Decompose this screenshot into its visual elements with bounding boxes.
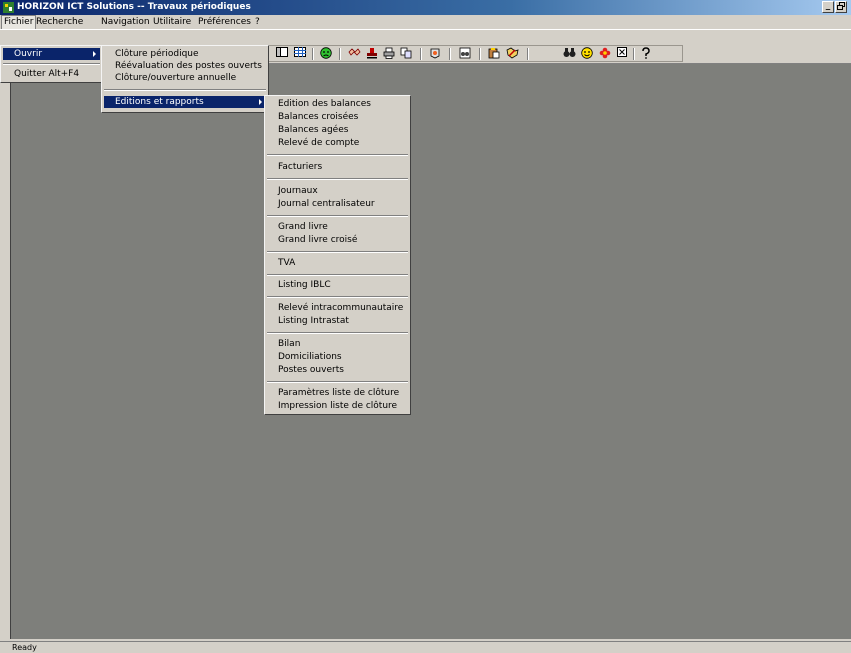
menu-help[interactable]: ?: [253, 16, 262, 29]
menu-separator: [3, 63, 100, 65]
menu-item-quitter[interactable]: Quitter Alt+F4: [3, 68, 100, 80]
menu-navigation[interactable]: Navigation: [99, 16, 152, 29]
menu-item-releve-compte[interactable]: Relevé de compte: [267, 137, 408, 149]
menu-item-label: Editions et rapports: [115, 97, 204, 107]
menu-separator: [267, 215, 408, 217]
toolbar-separator: [312, 48, 314, 60]
menu-item-facturiers[interactable]: Facturiers: [267, 161, 408, 173]
editions-submenu: Edition des balances Balances croisées B…: [264, 95, 411, 415]
toolbar-separator: [527, 48, 529, 60]
paste-icon[interactable]: [487, 47, 501, 61]
menu-recherche[interactable]: Recherche: [34, 16, 85, 29]
menu-fichier[interactable]: Fichier: [1, 15, 37, 29]
palette-icon[interactable]: [428, 47, 442, 61]
menu-item-postes-ouverts[interactable]: Postes ouverts: [267, 364, 408, 376]
menu-item-domiciliations[interactable]: Domiciliations: [267, 351, 408, 363]
menu-item-balances-agees[interactable]: Balances agées: [267, 124, 408, 136]
menu-separator: [267, 381, 408, 383]
toolbar-separator: [449, 48, 451, 60]
menu-item-tva[interactable]: TVA: [267, 257, 408, 269]
menu-item-journal-centralisateur[interactable]: Journal centralisateur: [267, 198, 408, 210]
menu-item-balances-croisees[interactable]: Balances croisées: [267, 111, 408, 123]
toolbar-separator: [633, 48, 635, 60]
window-icon[interactable]: [275, 47, 289, 61]
grid-icon[interactable]: [293, 47, 307, 61]
toolbar-separator: [420, 48, 422, 60]
app-icon: [3, 2, 14, 13]
restore-icon: [837, 2, 845, 10]
toolbar-separator: [479, 48, 481, 60]
help-icon[interactable]: [639, 47, 653, 61]
menu-separator: [267, 332, 408, 334]
copy-icon[interactable]: [399, 47, 413, 61]
submenu-arrow-icon: [259, 99, 262, 105]
printer-icon[interactable]: [382, 47, 396, 61]
menu-item-journaux[interactable]: Journaux: [267, 185, 408, 197]
title-bar: HORIZON ICT Solutions -- Travaux périodi…: [0, 0, 851, 15]
menu-item-edition-balances[interactable]: Edition des balances: [267, 98, 408, 110]
menu-item-bilan[interactable]: Bilan: [267, 338, 408, 350]
file-menu: Ouvrir Quitter Alt+F4: [0, 45, 103, 83]
minimize-button[interactable]: _: [822, 1, 834, 13]
stamp-icon[interactable]: [365, 47, 379, 61]
menu-preferences[interactable]: Préférences: [196, 16, 253, 29]
menu-separator: [267, 274, 408, 276]
binoculars-doc-icon[interactable]: [458, 47, 472, 61]
menu-separator: [267, 251, 408, 253]
menu-separator: [267, 178, 408, 180]
tools-icon[interactable]: [505, 47, 519, 61]
menu-item-parametres-cloture[interactable]: Paramètres liste de clôture: [267, 387, 408, 399]
close-box-icon[interactable]: [615, 47, 629, 61]
menu-item-grand-livre[interactable]: Grand livre: [267, 221, 408, 233]
submenu-arrow-icon: [93, 51, 96, 57]
menu-item-listing-intrastat[interactable]: Listing Intrastat: [267, 315, 408, 327]
menu-item-label: Ouvrir: [14, 49, 43, 59]
menu-separator: [267, 154, 408, 156]
toolbar-separator: [339, 48, 341, 60]
menu-separator: [104, 89, 266, 91]
smiley-icon[interactable]: [580, 47, 594, 61]
workspace: [10, 64, 851, 639]
menu-item-reevaluation[interactable]: Réévaluation des postes ouverts: [104, 60, 266, 72]
menu-item-releve-intracom[interactable]: Relevé intracommunautaire: [267, 302, 408, 314]
menu-item-ouvrir[interactable]: Ouvrir: [3, 48, 100, 60]
restore-button[interactable]: [835, 1, 847, 13]
menu-item-editions-rapports[interactable]: Editions et rapports: [104, 96, 266, 108]
green-face-icon[interactable]: [319, 47, 333, 61]
ouvrir-submenu: Clôture périodique Réévaluation des post…: [101, 45, 269, 113]
binoculars-icon[interactable]: [562, 47, 576, 61]
toolbar-strip: [268, 45, 683, 62]
menu-separator: [267, 296, 408, 298]
menu-bar: Fichier Recherche Navigation Utilitaire …: [0, 15, 851, 29]
flower-icon[interactable]: [598, 47, 612, 61]
status-text: Ready: [12, 643, 37, 652]
window-title: HORIZON ICT Solutions -- Travaux périodi…: [17, 2, 251, 12]
menu-item-listing-iblc[interactable]: Listing IBLC: [267, 279, 408, 291]
menu-item-impression-cloture[interactable]: Impression liste de clôture: [267, 400, 408, 412]
menu-utilitaire[interactable]: Utilitaire: [151, 16, 193, 29]
menu-item-grand-livre-croise[interactable]: Grand livre croisé: [267, 234, 408, 246]
handshake-icon[interactable]: [347, 47, 361, 61]
menu-item-cloture-annuelle[interactable]: Clôture/ouverture annuelle: [104, 72, 266, 84]
menu-item-cloture-periodique[interactable]: Clôture périodique: [104, 48, 266, 60]
